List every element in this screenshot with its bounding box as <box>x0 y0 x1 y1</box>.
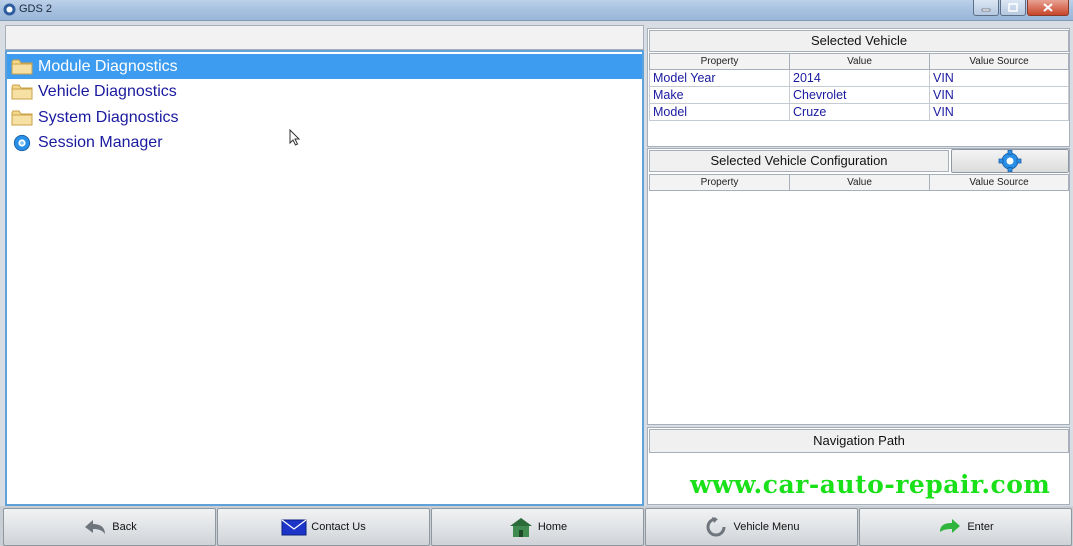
tree-item-system-diagnostics[interactable]: System Diagnostics <box>7 105 642 130</box>
minimize-button[interactable] <box>973 0 999 16</box>
property-cell: Model <box>649 103 790 121</box>
folder-icon <box>11 110 33 125</box>
maximize-icon <box>1008 3 1018 12</box>
selected-vehicle-title: Selected Vehicle <box>649 30 1069 52</box>
title-bar: GDS 2 <box>0 0 1073 21</box>
property-cell: Model Year <box>649 69 790 87</box>
configure-vehicle-button[interactable] <box>951 149 1069 173</box>
watermark-text: www.car-auto-repair.com <box>690 470 1051 499</box>
value-cell: 2014 <box>789 69 930 87</box>
source-cell: VIN <box>929 103 1069 121</box>
refresh-icon <box>707 517 726 537</box>
tree-item-label: Vehicle Diagnostics <box>38 82 177 100</box>
tree-item-vehicle-diagnostics[interactable]: Vehicle Diagnostics <box>7 79 642 104</box>
vehicle-menu-button[interactable]: Vehicle Menu <box>645 508 858 546</box>
table-header-row: Property Value Value Source <box>649 53 1069 70</box>
navigation-path-title: Navigation Path <box>649 429 1069 453</box>
home-icon <box>509 518 532 537</box>
gear-icon <box>998 150 1022 172</box>
home-button[interactable]: Home <box>431 508 644 546</box>
source-cell: VIN <box>929 86 1069 104</box>
folder-icon <box>11 84 33 99</box>
tree-item-label: System Diagnostics <box>38 108 179 126</box>
selected-vehicle-table: Property Value Value Source Model Year 2… <box>649 53 1069 121</box>
folder-icon <box>11 59 33 74</box>
home-label: Home <box>537 521 568 533</box>
back-label: Back <box>112 521 137 533</box>
tree-item-label: Session Manager <box>38 133 163 151</box>
window-controls <box>972 0 1069 16</box>
maximize-button[interactable] <box>1000 0 1026 16</box>
property-cell: Make <box>649 86 790 104</box>
table-row[interactable]: Make Chevrolet VIN <box>649 86 1069 104</box>
window-title: GDS 2 <box>19 3 53 15</box>
column-header: Value <box>789 53 930 70</box>
close-button[interactable] <box>1027 0 1069 16</box>
tree-item-label: Module Diagnostics <box>38 57 178 75</box>
diagnostics-tree: Module Diagnostics Vehicle Diagnostics S… <box>5 50 644 506</box>
enter-label: Enter <box>967 521 994 533</box>
vehicle-menu-label: Vehicle Menu <box>733 521 800 533</box>
envelope-icon <box>281 519 307 536</box>
enter-button[interactable]: Enter <box>859 508 1072 546</box>
mouse-cursor-icon <box>289 129 301 146</box>
vehicle-configuration-title: Selected Vehicle Configuration <box>649 150 949 172</box>
gds-app-icon <box>3 3 16 16</box>
column-header: Value Source <box>929 174 1069 191</box>
tree-header-bar <box>5 25 644 50</box>
source-cell: VIN <box>929 69 1069 87</box>
value-cell: Cruze <box>789 103 930 121</box>
gear-icon <box>13 134 31 151</box>
vehicle-configuration-table: Property Value Value Source <box>649 174 1069 191</box>
column-header: Property <box>649 174 790 191</box>
contact-us-button[interactable]: Contact Us <box>217 508 430 546</box>
tree-item-module-diagnostics[interactable]: Module Diagnostics <box>7 54 642 79</box>
close-icon <box>1043 3 1053 12</box>
back-button[interactable]: Back <box>3 508 216 546</box>
table-row[interactable]: Model Year 2014 VIN <box>649 69 1069 87</box>
minimize-icon <box>981 8 991 11</box>
column-header: Value <box>789 174 930 191</box>
enter-arrow-icon <box>940 519 961 533</box>
table-row[interactable]: Model Cruze VIN <box>649 103 1069 121</box>
table-header-row: Property Value Value Source <box>649 174 1069 191</box>
contact-us-label: Contact Us <box>311 521 366 533</box>
value-cell: Chevrolet <box>789 86 930 104</box>
column-header: Property <box>649 53 790 70</box>
back-arrow-icon <box>85 520 106 534</box>
column-header: Value Source <box>929 53 1069 70</box>
tree-item-session-manager[interactable]: Session Manager <box>7 130 642 155</box>
